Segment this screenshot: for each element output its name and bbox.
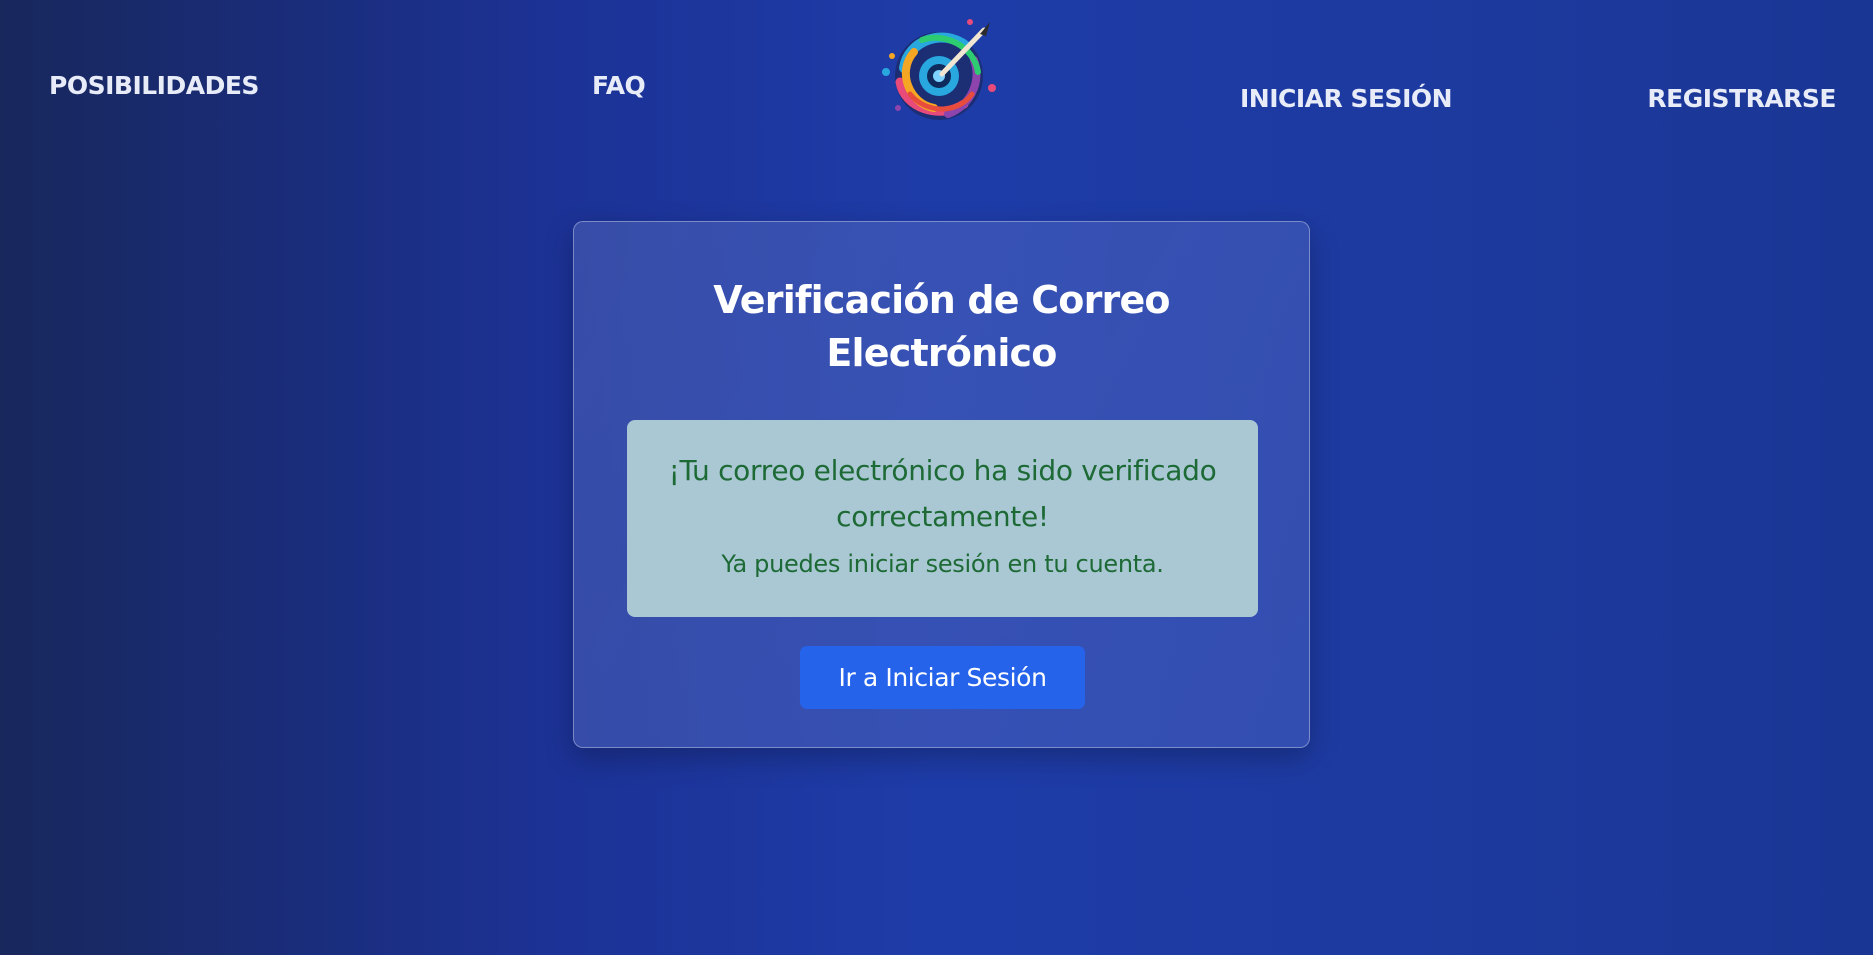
alert-heading: ¡Tu correo electrónico ha sido verificad… <box>668 454 1217 533</box>
nav-link-register[interactable]: REGISTRARSE <box>1647 84 1836 113</box>
nav-link-possibilities[interactable]: POSIBILIDADES <box>49 71 259 100</box>
alert-text: Ya puedes iniciar sesión en tu cuenta. <box>721 550 1164 578</box>
page-title: Verificación de Correo Electrónico <box>713 278 1170 375</box>
verification-card: Verificación de Correo Electrónico ¡Tu c… <box>573 221 1310 748</box>
logo-icon[interactable] <box>874 16 1004 132</box>
nav-link-faq[interactable]: FAQ <box>592 71 646 100</box>
success-alert: ¡Tu correo electrónico ha sido verificad… <box>627 420 1258 617</box>
logo-graphic <box>882 19 996 120</box>
go-to-login-button[interactable]: Ir a Iniciar Sesión <box>800 646 1085 709</box>
nav-link-login[interactable]: INICIAR SESIÓN <box>1240 84 1453 113</box>
